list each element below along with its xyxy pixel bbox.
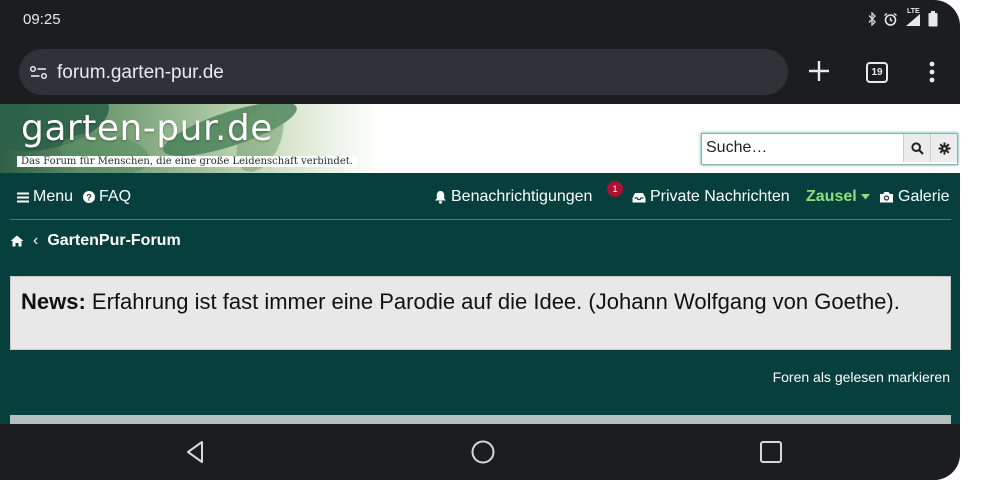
- news-box: News: Erfahrung ist fast immer eine Paro…: [10, 276, 951, 350]
- recents-icon[interactable]: [757, 438, 785, 466]
- breadcrumb-separator: ‹: [33, 232, 39, 249]
- status-icons: LTE: [867, 8, 938, 28]
- site-info-icon[interactable]: [28, 61, 50, 83]
- search-box: [701, 133, 958, 165]
- forum-navbar: Menu ? FAQ Benachrichtigungen 1 Private …: [0, 173, 960, 219]
- breadcrumb: ‹ GartenPur-Forum: [10, 232, 181, 250]
- web-page: garten-pur.de Das Forum für Menschen, di…: [0, 104, 960, 424]
- tab-count: 19: [871, 67, 883, 78]
- back-icon[interactable]: [182, 438, 210, 466]
- search-input[interactable]: [702, 134, 903, 162]
- news-text: Erfahrung ist fast immer eine Parodie au…: [85, 289, 900, 314]
- phone-screen: 09:25 LTE forum.garten-pur.de 19 garten-…: [0, 0, 960, 480]
- mark-forums-read-link[interactable]: Foren als gelesen markieren: [773, 369, 950, 385]
- system-navigation-bar: [0, 424, 960, 480]
- logo-title: garten-pur.de: [21, 108, 273, 149]
- news-label: News:: [21, 289, 86, 314]
- nav-faq[interactable]: ? FAQ: [83, 188, 131, 206]
- site-logo[interactable]: garten-pur.de Das Forum für Menschen, di…: [0, 104, 380, 173]
- nav-user-label: Zausel: [806, 188, 857, 205]
- forum-category-header: [10, 415, 951, 424]
- nav-menu-label: Menu: [33, 188, 74, 205]
- hamburger-icon: [17, 192, 29, 202]
- nav-faq-label: FAQ: [99, 188, 132, 205]
- nav-gallery[interactable]: Galerie: [879, 188, 950, 206]
- signal-icon: LTE: [904, 8, 922, 27]
- status-time: 09:25: [23, 11, 61, 28]
- bell-icon: [435, 191, 446, 204]
- nav-divider: [10, 219, 951, 220]
- inbox-icon: [632, 192, 646, 202]
- search-icon: [910, 141, 924, 155]
- search-button[interactable]: [903, 134, 930, 162]
- nav-menu[interactable]: Menu: [17, 188, 73, 206]
- home-icon[interactable]: [10, 235, 24, 247]
- site-header: garten-pur.de Das Forum für Menschen, di…: [0, 104, 960, 173]
- caret-down-icon: [860, 194, 870, 200]
- tab-switcher-icon[interactable]: 19: [866, 62, 888, 83]
- camera-icon: [880, 192, 893, 203]
- new-tab-icon[interactable]: [806, 58, 832, 84]
- url-text[interactable]: forum.garten-pur.de: [57, 62, 224, 84]
- nav-user-menu[interactable]: Zausel: [806, 188, 870, 206]
- nav-gallery-label: Galerie: [898, 188, 950, 205]
- status-bar: 09:25 LTE: [0, 0, 960, 40]
- nav-private-messages[interactable]: Private Nachrichten: [632, 188, 790, 206]
- bluetooth-icon: [868, 12, 876, 26]
- question-circle-icon: ?: [83, 191, 95, 203]
- home-button-icon[interactable]: [469, 438, 497, 466]
- gear-icon: [938, 142, 950, 154]
- nav-messages-label: Private Nachrichten: [650, 188, 790, 205]
- alarm-icon: [884, 12, 897, 26]
- nav-notifications[interactable]: Benachrichtigungen: [434, 188, 592, 206]
- svg-text:?: ?: [86, 192, 92, 202]
- advanced-search-button[interactable]: [930, 134, 957, 162]
- address-bar[interactable]: forum.garten-pur.de: [19, 49, 788, 95]
- breadcrumb-current[interactable]: GartenPur-Forum: [47, 232, 180, 250]
- nav-notifications-label: Benachrichtigungen: [451, 188, 593, 205]
- battery-icon: [928, 11, 938, 27]
- logo-tagline: Das Forum für Menschen, die eine große L…: [17, 156, 357, 167]
- more-menu-icon[interactable]: [922, 59, 942, 85]
- notification-badge: 1: [607, 181, 623, 197]
- browser-toolbar: forum.garten-pur.de 19: [0, 40, 960, 104]
